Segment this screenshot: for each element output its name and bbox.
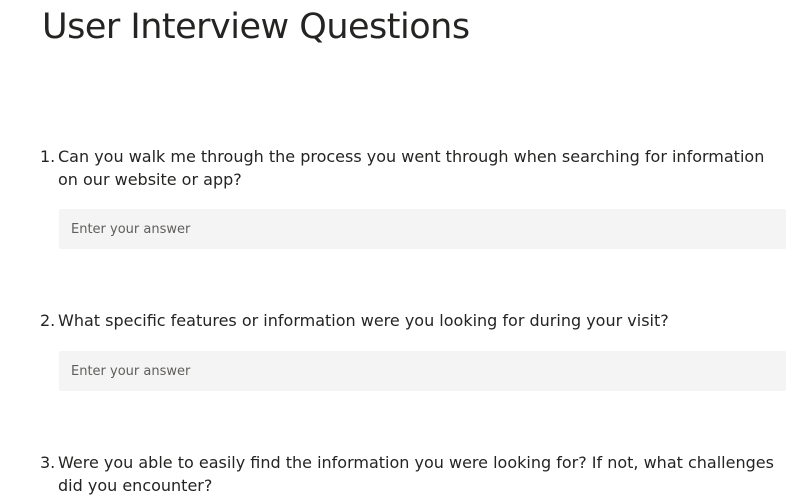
question-label: Were you able to easily find the informa… — [58, 453, 774, 495]
question-2: 2. What specific features or information… — [40, 309, 775, 332]
page-title: User Interview Questions — [42, 7, 470, 47]
question-1-answer-input[interactable] — [59, 209, 786, 249]
question-number: 2. — [40, 311, 56, 330]
question-3: 3. Were you able to easily find the info… — [40, 451, 775, 497]
question-label: Can you walk me through the process you … — [58, 147, 765, 189]
question-label: What specific features or information we… — [58, 311, 669, 330]
question-2-answer-input[interactable] — [59, 351, 786, 391]
question-number: 1. — [40, 147, 56, 166]
question-2-text-row: 2. What specific features or information… — [40, 309, 775, 332]
question-number: 3. — [40, 453, 56, 472]
question-1: 1. Can you walk me through the process y… — [40, 145, 775, 191]
question-1-text-row: 1. Can you walk me through the process y… — [40, 145, 775, 191]
question-3-text-row: 3. Were you able to easily find the info… — [40, 451, 775, 497]
